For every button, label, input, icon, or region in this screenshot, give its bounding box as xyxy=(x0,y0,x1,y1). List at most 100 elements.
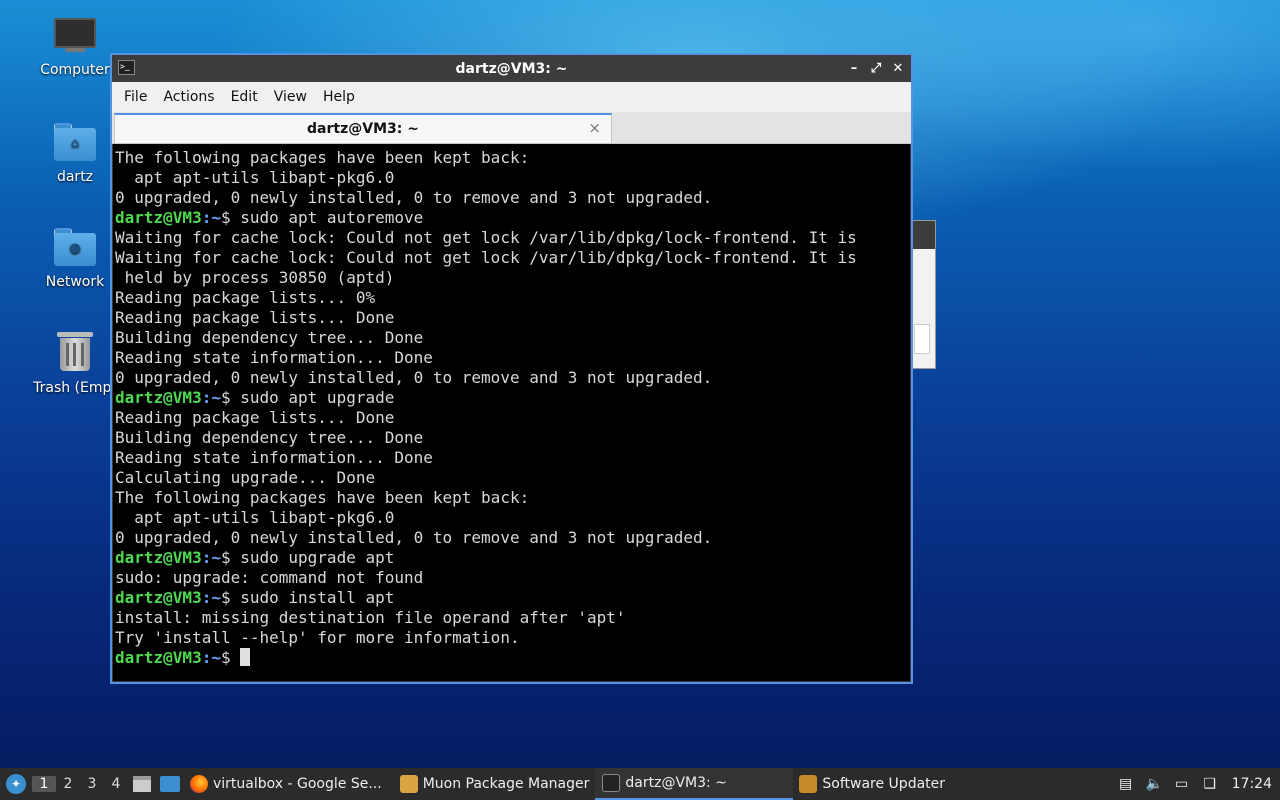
minimize-button[interactable]: – xyxy=(847,61,861,76)
prompt-user: dartz@VM3 xyxy=(115,208,202,227)
prompt-symbol: $ xyxy=(220,588,241,607)
terminal-output-line: Building dependency tree... Done xyxy=(115,328,424,347)
terminal-output-line: Waiting for cache lock: Could not get lo… xyxy=(115,228,857,247)
taskbar: ✦ 1 2 3 4 virtualbox - Google Se... Muon… xyxy=(0,768,1280,800)
task-label: Muon Package Manager xyxy=(422,776,590,792)
muon-icon xyxy=(399,775,418,793)
desktop-icon-label: Computer xyxy=(40,62,110,78)
terminal-output-line: held by process 30850 (aptd) xyxy=(115,268,395,287)
task-label: virtualbox - Google Se... xyxy=(213,776,382,792)
terminal-command-line: dartz@VM3:~$ sudo upgrade apt xyxy=(115,548,910,568)
task-label: dartz@VM3: ~ xyxy=(625,775,727,791)
terminal-output-line: Reading state information... Done xyxy=(115,448,433,467)
terminal-output-line: The following packages have been kept ba… xyxy=(115,488,530,507)
clipboard-icon[interactable]: ❑ xyxy=(1202,776,1218,792)
file-manager-launcher[interactable] xyxy=(130,772,154,796)
command-text: sudo apt upgrade xyxy=(240,388,395,407)
command-text: sudo install apt xyxy=(240,588,395,607)
desktop-icon xyxy=(160,776,180,792)
tab-bar: dartz@VM3: ~ × xyxy=(112,112,911,144)
prompt-user: dartz@VM3 xyxy=(115,648,202,667)
prompt-user: dartz@VM3 xyxy=(115,388,202,407)
workspace-3[interactable]: 3 xyxy=(80,776,104,792)
terminal-output-line: sudo: upgrade: command not found xyxy=(115,568,424,587)
prompt-path: :~ xyxy=(201,208,221,227)
task-label: Software Updater xyxy=(822,776,946,792)
network-tray-icon[interactable]: ▭ xyxy=(1174,776,1190,792)
terminal-output-line: apt apt-utils libapt-pkg6.0 xyxy=(115,168,395,187)
desktop-icon-label: Trash (Empt xyxy=(33,380,117,396)
terminal-output-line: Reading package lists... Done xyxy=(115,308,395,327)
network-folder-icon: ● xyxy=(54,228,96,266)
window-titlebar[interactable]: >_ dartz@VM3: ~ – ⤢ ✕ xyxy=(112,55,911,82)
window-title: dartz@VM3: ~ xyxy=(455,60,568,77)
prompt-symbol: $ xyxy=(220,548,241,567)
terminal-output-line: Try 'install --help' for more informatio… xyxy=(115,628,520,647)
prompt-symbol: $ xyxy=(220,648,241,667)
terminal-output-line: 0 upgraded, 0 newly installed, 0 to remo… xyxy=(115,528,713,547)
prompt-user: dartz@VM3 xyxy=(115,588,202,607)
volume-icon[interactable]: 🔈 xyxy=(1146,776,1163,792)
clock[interactable]: 17:24 xyxy=(1232,776,1272,792)
computer-icon xyxy=(54,18,96,54)
lubuntu-logo-icon: ✦ xyxy=(6,774,26,794)
menu-actions[interactable]: Actions xyxy=(155,89,222,105)
prompt-symbol: $ xyxy=(220,388,241,407)
prompt-path: :~ xyxy=(201,588,221,607)
software-updater-icon xyxy=(799,775,818,793)
task-firefox[interactable]: virtualbox - Google Se... xyxy=(184,768,388,800)
terminal-output-line: Reading package lists... 0% xyxy=(115,288,376,307)
command-text: sudo upgrade apt xyxy=(240,548,395,567)
terminal-window: >_ dartz@VM3: ~ – ⤢ ✕ File Actions Edit … xyxy=(110,53,913,684)
terminal-output-line: apt apt-utils libapt-pkg6.0 xyxy=(115,508,395,527)
workspace-1[interactable]: 1 xyxy=(32,776,56,792)
terminal-app-icon[interactable]: >_ xyxy=(118,60,135,75)
workspace-2[interactable]: 2 xyxy=(56,776,80,792)
terminal-command-line: dartz@VM3:~$ xyxy=(115,648,910,668)
trash-icon xyxy=(57,332,93,372)
terminal-icon xyxy=(602,773,621,792)
menu-help[interactable]: Help xyxy=(315,89,363,105)
application-menu-button[interactable]: ✦ xyxy=(0,768,32,800)
terminal-output-line: install: missing destination file operan… xyxy=(115,608,626,627)
terminal-output-line: Calculating upgrade... Done xyxy=(115,468,376,487)
prompt-path: :~ xyxy=(201,548,221,567)
terminal-cursor xyxy=(240,648,251,666)
home-folder-icon: ⌂ xyxy=(54,123,96,161)
tab-title: dartz@VM3: ~ xyxy=(307,121,419,137)
terminal-output-line: Building dependency tree... Done xyxy=(115,428,424,447)
terminal-output-line: Reading state information... Done xyxy=(115,348,433,367)
firefox-icon xyxy=(190,775,208,793)
terminal-output[interactable]: The following packages have been kept ba… xyxy=(113,144,910,681)
show-desktop-launcher[interactable] xyxy=(158,772,182,796)
prompt-path: :~ xyxy=(201,388,221,407)
updates-tray-icon[interactable]: ▤ xyxy=(1118,776,1134,792)
menu-bar: File Actions Edit View Help xyxy=(112,82,911,112)
close-button[interactable]: ✕ xyxy=(891,61,905,76)
workspace-4[interactable]: 4 xyxy=(104,776,128,792)
prompt-symbol: $ xyxy=(220,208,241,227)
terminal-command-line: dartz@VM3:~$ sudo apt upgrade xyxy=(115,388,910,408)
menu-file[interactable]: File xyxy=(116,89,155,105)
file-manager-icon xyxy=(133,776,151,792)
terminal-output-line: The following packages have been kept ba… xyxy=(115,148,530,167)
terminal-tab[interactable]: dartz@VM3: ~ × xyxy=(114,113,612,143)
terminal-command-line: dartz@VM3:~$ sudo install apt xyxy=(115,588,910,608)
terminal-output-line: Reading package lists... Done xyxy=(115,408,395,427)
tab-close-icon[interactable]: × xyxy=(588,119,601,137)
task-muon[interactable]: Muon Package Manager xyxy=(394,768,596,800)
system-tray: ▤ 🔈 ▭ ❑ 17:24 xyxy=(1118,776,1280,792)
command-text: sudo apt autoremove xyxy=(240,208,424,227)
menu-edit[interactable]: Edit xyxy=(223,89,266,105)
task-terminal[interactable]: dartz@VM3: ~ xyxy=(595,768,794,800)
task-software-updater[interactable]: Software Updater xyxy=(793,768,951,800)
desktop-icon-label: Network xyxy=(45,274,105,290)
maximize-button[interactable]: ⤢ xyxy=(869,61,883,76)
terminal-output-line: 0 upgraded, 0 newly installed, 0 to remo… xyxy=(115,368,713,387)
prompt-path: :~ xyxy=(201,648,221,667)
desktop-icon-label: dartz xyxy=(56,169,94,185)
terminal-output-line: 0 upgraded, 0 newly installed, 0 to remo… xyxy=(115,188,713,207)
prompt-user: dartz@VM3 xyxy=(115,548,202,567)
menu-view[interactable]: View xyxy=(266,89,315,105)
terminal-command-line: dartz@VM3:~$ sudo apt autoremove xyxy=(115,208,910,228)
